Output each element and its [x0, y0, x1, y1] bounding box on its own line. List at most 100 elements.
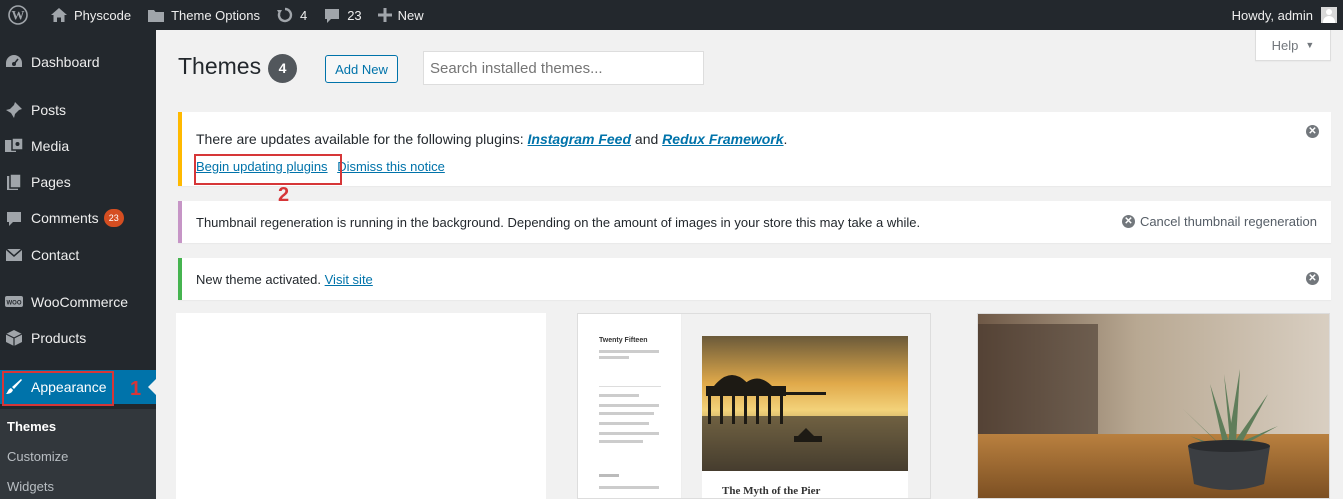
annotation-box-begin-updating — [194, 154, 342, 185]
placeholder-line — [599, 350, 659, 353]
theme-card-twentyfifteen[interactable]: Twenty Fifteen The Myth of the Pier — [577, 313, 931, 499]
cancel-label: Cancel thumbnail regeneration — [1139, 214, 1317, 229]
sidebar-item-comments[interactable]: Comments 23 — [0, 201, 156, 235]
dismiss-notice-icon[interactable]: ✕ — [1306, 125, 1319, 138]
comments-badge: 23 — [103, 209, 124, 227]
appearance-submenu: Themes Customize Widgets — [0, 409, 156, 499]
placeholder-line — [599, 432, 659, 435]
page-title: Themes — [178, 53, 262, 79]
notice-text: New theme activated. — [196, 272, 325, 287]
sidebar-item-label: Dashboard — [31, 54, 100, 70]
folder-icon — [148, 9, 165, 22]
sidebar-item-pages[interactable]: Pages — [0, 165, 156, 199]
wordpress-logo-button[interactable]: W — [0, 0, 42, 30]
comments-count: 23 — [347, 7, 362, 23]
comment-bubble-icon — [325, 8, 340, 23]
updates-count: 4 — [299, 7, 308, 23]
visit-site-link[interactable]: Visit site — [325, 272, 373, 287]
placeholder-divider — [599, 386, 661, 387]
placeholder-line — [599, 394, 639, 397]
pin-icon — [3, 99, 25, 121]
site-name-link[interactable]: Physcode — [42, 0, 139, 30]
media-icon — [3, 135, 25, 157]
admin-bar: W Physcode Theme Options 4 23 New Howdy,… — [0, 0, 1343, 30]
sidebar-item-dashboard[interactable]: Dashboard — [0, 45, 156, 79]
avatar — [1321, 7, 1337, 23]
mail-icon — [3, 244, 25, 266]
placeholder-line — [599, 356, 629, 359]
new-label: New — [397, 7, 424, 23]
thumbnail-regeneration-notice: Thumbnail regeneration is running in the… — [178, 201, 1331, 243]
sidebar-item-label: Posts — [31, 102, 67, 118]
theme-screenshot-content: The Myth of the Pier — [682, 314, 930, 498]
sidebar-item-label: Comments — [31, 210, 99, 226]
help-tab-button[interactable]: Help ▼ — [1255, 30, 1331, 61]
comment-icon — [3, 207, 25, 229]
new-content-link[interactable]: New — [370, 0, 432, 30]
sidebar-item-products[interactable]: Products — [0, 321, 156, 355]
annotation-box-appearance — [2, 371, 114, 406]
sidebar-item-woocommerce[interactable]: WOO WooCommerce — [0, 285, 156, 319]
placeholder-line — [599, 412, 654, 415]
plus-icon — [377, 8, 392, 22]
pier-photo-image — [702, 336, 908, 471]
sidebar-item-contact[interactable]: Contact — [0, 238, 156, 272]
theme-options-label: Theme Options — [171, 7, 260, 23]
woocommerce-icon: WOO — [3, 291, 25, 313]
theme-card-photo[interactable] — [977, 313, 1330, 499]
comments-link[interactable]: 23 — [315, 0, 369, 30]
site-name: Physcode — [74, 7, 132, 23]
submenu-item-widgets[interactable]: Widgets — [7, 479, 54, 494]
theme-activated-notice: New theme activated. Visit site ✕ — [178, 258, 1331, 300]
dismiss-notice-link[interactable]: Dismiss this notice — [337, 159, 445, 174]
howdy-text: Howdy, admin — [1231, 7, 1313, 23]
svg-text:W: W — [12, 8, 25, 23]
wordpress-logo-icon: W — [8, 5, 28, 25]
dismiss-notice-icon[interactable]: ✕ — [1306, 272, 1319, 285]
theme-site-title: Twenty Fifteen — [599, 337, 648, 344]
pages-icon — [3, 171, 25, 193]
placeholder-line — [599, 422, 649, 425]
notice-text: There are updates available for the foll… — [196, 131, 528, 147]
placeholder-line — [599, 486, 659, 489]
annotation-number-1: 1 — [130, 378, 142, 400]
placeholder-line — [599, 404, 659, 407]
my-account-link[interactable]: Howdy, admin — [1224, 0, 1343, 30]
placeholder-line — [599, 440, 643, 443]
admin-sidebar: Dashboard Posts Media Pages Comments 23 … — [0, 30, 156, 499]
dashboard-icon — [3, 51, 25, 73]
help-label: Help — [1271, 37, 1299, 53]
sidebar-item-label: WooCommerce — [31, 294, 128, 310]
notice-period: . — [783, 131, 788, 147]
sidebar-item-media[interactable]: Media — [0, 129, 156, 163]
theme-count-badge: 4 — [268, 54, 297, 83]
cancel-icon: ✕ — [1121, 215, 1135, 228]
theme-card-blank[interactable] — [176, 313, 546, 499]
updates-link[interactable]: 4 — [268, 0, 315, 30]
submenu-item-themes[interactable]: Themes — [7, 419, 56, 434]
sidebar-item-posts[interactable]: Posts — [0, 93, 156, 127]
update-icon — [276, 7, 293, 23]
theme-screenshot-sidebar: Twenty Fifteen — [578, 314, 682, 498]
caret-down-icon: ▼ — [1305, 40, 1315, 50]
instagram-feed-link[interactable]: Instagram Feed — [528, 131, 631, 147]
sidebar-item-label: Products — [31, 330, 87, 346]
placeholder-line — [599, 474, 619, 477]
redux-framework-link[interactable]: Redux Framework — [662, 131, 783, 147]
cancel-thumbnail-regeneration-link[interactable]: ✕ Cancel thumbnail regeneration — [1121, 214, 1317, 229]
search-themes-input[interactable] — [423, 51, 704, 85]
plugin-update-notice: There are updates available for the foll… — [178, 112, 1331, 186]
svg-text:WOO: WOO — [7, 301, 22, 307]
theme-options-link[interactable]: Theme Options — [139, 0, 268, 30]
post-card: The Myth of the Pier — [702, 471, 908, 498]
sidebar-item-label: Contact — [31, 247, 80, 263]
submenu-item-customize[interactable]: Customize — [7, 449, 68, 464]
sidebar-item-label: Media — [31, 138, 70, 154]
plant-photo-image — [978, 314, 1329, 498]
theme-post-title: The Myth of the Pier — [722, 485, 821, 497]
notice-and: and — [631, 131, 663, 147]
home-icon — [51, 8, 67, 22]
add-new-theme-button[interactable]: Add New — [325, 55, 398, 83]
notice-text: Thumbnail regeneration is running in the… — [196, 215, 921, 230]
archive-icon — [3, 327, 25, 349]
